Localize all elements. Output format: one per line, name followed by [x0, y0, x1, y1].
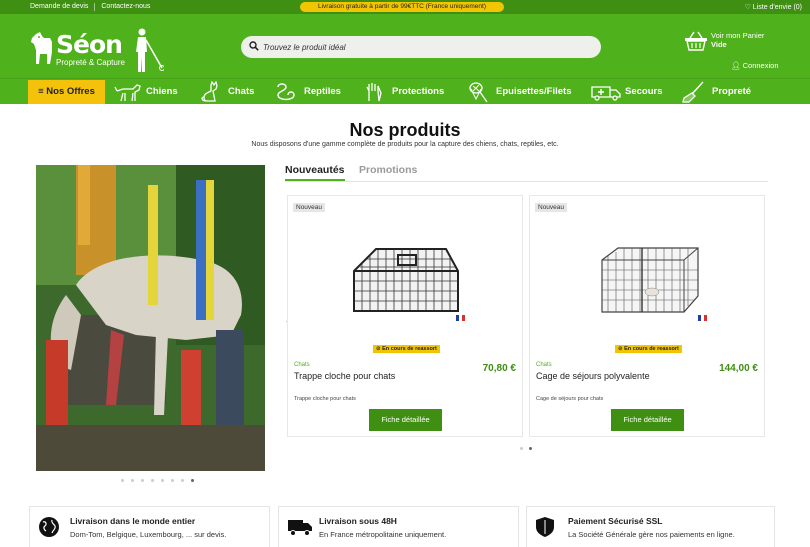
snake-icon: [277, 83, 295, 101]
product-name[interactable]: Cage de séjours polyvalente: [536, 371, 650, 381]
product-detail-button[interactable]: Fiche détaillée: [369, 409, 442, 431]
carousel-dot[interactable]: [121, 479, 124, 482]
feature-text: La Société Générale gère nos paiements e…: [568, 530, 735, 539]
restock-badge: ⊘ En cours de reassort: [615, 345, 682, 353]
nav-label: Protections: [392, 86, 445, 97]
product-name[interactable]: Trappe cloche pour chats: [294, 371, 395, 381]
france-flag-icon: [456, 315, 465, 321]
main-nav: ≡ Nos Offres Chiens Chats Reptiles Prote…: [0, 78, 810, 104]
login-label: Connexion: [742, 61, 779, 70]
hero-carousel-image[interactable]: [36, 165, 265, 471]
product-image[interactable]: [598, 246, 703, 316]
feature-text: Dom-Tom, Belgique, Luxembourg, ... sur d…: [70, 530, 227, 539]
product-tabs: Nouveautés Promotions: [285, 164, 768, 182]
cat-icon: [201, 81, 218, 102]
nav-item-proprete[interactable]: Propreté: [681, 80, 761, 104]
nav-item-chats[interactable]: Chats: [199, 80, 259, 104]
nav-label: Secours: [625, 86, 663, 97]
search-input[interactable]: [263, 40, 583, 54]
feature-secure-payment: Paiement Sécurisé SSL La Société Général…: [526, 506, 775, 547]
glove-icon: [366, 83, 382, 102]
search-icon[interactable]: [249, 41, 259, 51]
product-description: Trappe cloche pour chats: [294, 396, 356, 402]
dog-icon: [114, 84, 141, 102]
nav-item-reptiles[interactable]: Reptiles: [274, 80, 349, 104]
nav-label: Propreté: [712, 86, 752, 97]
product-price: 144,00 €: [719, 363, 758, 374]
globe-icon: [39, 517, 59, 537]
search-bar[interactable]: [241, 36, 601, 58]
hero-carousel-dots: [121, 479, 194, 482]
nav-item-secours[interactable]: Secours: [590, 80, 670, 104]
carousel-dot[interactable]: [131, 479, 134, 482]
site-logo[interactable]: Séon Propreté & Capture: [30, 28, 170, 72]
nav-item-epuisettes[interactable]: Epuisettes/Filets: [467, 80, 582, 104]
quote-request-link[interactable]: Demande de devis: [30, 3, 96, 11]
carousel-dot[interactable]: [171, 479, 174, 482]
nav-label: Chats: [228, 86, 255, 97]
page-subtitle: Nous disposons d'une gamme complète de p…: [251, 141, 559, 148]
carousel-dot-active[interactable]: [191, 479, 194, 482]
feature-worldwide-shipping: Livraison dans le monde entier Dom-Tom, …: [29, 506, 270, 547]
nav-label: Epuisettes/Filets: [496, 86, 572, 97]
broom-icon: [682, 81, 704, 103]
shield-icon: [536, 517, 554, 537]
carousel-dot[interactable]: [161, 479, 164, 482]
nav-item-chiens[interactable]: Chiens: [113, 80, 183, 104]
feature-text: En France métropolitaine uniquement.: [319, 530, 447, 539]
tab-promotions[interactable]: Promotions: [359, 164, 417, 176]
product-category[interactable]: Chats: [536, 362, 552, 368]
cart-label: Voir mon Panier: [711, 31, 765, 40]
carousel-dot[interactable]: [520, 447, 523, 450]
net-icon: [469, 82, 488, 103]
cart-status: Vide: [711, 40, 727, 49]
product-carousel-dots: [520, 447, 532, 450]
login-link[interactable]: 👤︎ Connexion: [731, 61, 778, 70]
basket-icon: [685, 31, 707, 51]
top-bar: Demande de devis Contactez-nous Livraiso…: [0, 0, 810, 14]
product-card[interactable]: Nouveau ⊘ En cours de reassort Chats 70,…: [287, 195, 523, 437]
horse-rescue-photo: [36, 165, 265, 471]
france-flag-icon: [698, 315, 707, 321]
restock-badge: ⊘ En cours de reassort: [373, 345, 440, 353]
cart-button[interactable]: Voir mon Panier Vide: [684, 30, 784, 54]
brand-name: Séon: [56, 30, 123, 59]
page-title: Nos produits: [349, 120, 461, 140]
product-description: Cage de séjours pour chats: [536, 396, 604, 402]
catcher-logo-icon: [136, 28, 164, 72]
truck-icon: [288, 520, 312, 536]
ambulance-icon: [591, 86, 621, 101]
product-card[interactable]: Nouveau ⊘ En cours de reassort Chats 144…: [529, 195, 765, 437]
carousel-dot[interactable]: [141, 479, 144, 482]
carousel-dot-active[interactable]: [529, 447, 532, 450]
feature-48h-delivery: Livraison sous 48H En France métropolita…: [278, 506, 519, 547]
contact-link[interactable]: Contactez-nous: [95, 3, 156, 11]
nav-offers-button[interactable]: ≡ Nos Offres: [28, 80, 105, 104]
product-image[interactable]: [346, 241, 466, 321]
nav-item-protections[interactable]: Protections: [363, 80, 453, 104]
nav-label: Reptiles: [304, 86, 341, 97]
carousel-dot[interactable]: [151, 479, 154, 482]
product-category[interactable]: Chats: [294, 362, 310, 368]
dog-logo-icon: [31, 32, 52, 64]
free-shipping-banner: Livraison gratuite à partir de 99€TTC (F…: [300, 2, 504, 12]
product-price: 70,80 €: [482, 363, 516, 374]
feature-title: Paiement Sécurisé SSL: [568, 516, 663, 526]
feature-title: Livraison dans le monde entier: [70, 516, 196, 526]
product-detail-button[interactable]: Fiche détaillée: [611, 409, 684, 431]
new-badge: Nouveau: [535, 203, 568, 212]
carousel-dot[interactable]: [181, 479, 184, 482]
brand-tagline: Propreté & Capture: [56, 58, 125, 67]
header: Séon Propreté & Capture Voir mon Panier …: [0, 14, 810, 78]
wishlist-link[interactable]: ♡ Liste d'envie (0): [745, 3, 802, 11]
new-badge: Nouveau: [293, 203, 326, 212]
user-icon: 👤︎: [731, 61, 741, 70]
tab-nouveautes[interactable]: Nouveautés: [285, 164, 345, 181]
feature-title: Livraison sous 48H: [319, 516, 397, 526]
top-links: Demande de devis Contactez-nous: [30, 3, 156, 11]
nav-label: Chiens: [146, 86, 178, 97]
